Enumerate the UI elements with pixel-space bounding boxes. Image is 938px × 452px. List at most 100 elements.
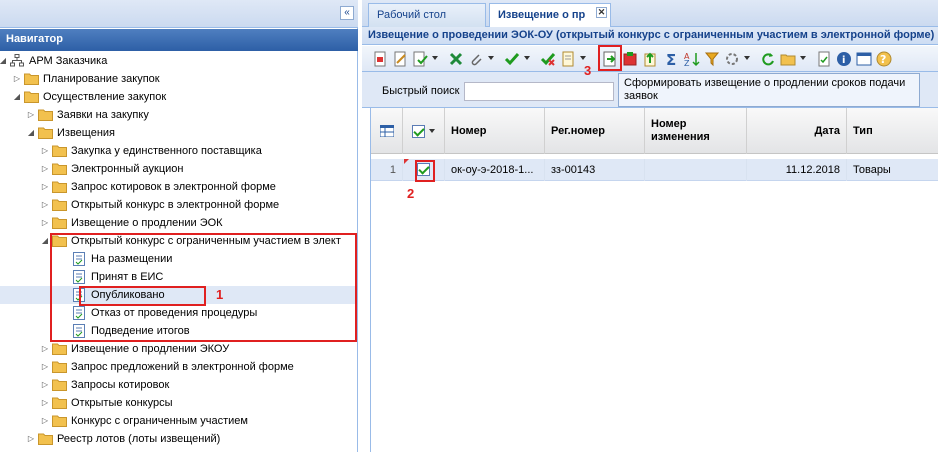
expand-arrow-icon[interactable]: ▷	[26, 106, 36, 124]
folder-tools-dropdown-icon[interactable]	[800, 56, 806, 60]
help-icon[interactable]: ?	[876, 51, 892, 67]
expand-arrow-icon[interactable]: ▷	[40, 412, 50, 430]
navigator-panel: « Навигатор ◢ АРМ Заказчика ▷ Планирование …	[0, 0, 358, 452]
quick-search-input[interactable]	[464, 82, 614, 101]
collapse-arrow-icon[interactable]: ◢	[26, 124, 36, 142]
tab-notice[interactable]: Извещение о пр ✕	[489, 3, 611, 28]
table-row[interactable]: 1 ок-оу-э-2018-1... зз-00143 11.12.2018 …	[371, 159, 938, 181]
print-icon[interactable]	[372, 51, 388, 67]
tree-node[interactable]: ◢ АРМ Заказчика	[0, 52, 357, 70]
filter-icon[interactable]	[704, 51, 720, 67]
folder-icon	[52, 396, 67, 409]
collapse-arrow-icon[interactable]: ◢	[40, 232, 50, 250]
annotation-box-toolbar-button	[598, 45, 622, 71]
column-header-change-number[interactable]: Номер изменения	[645, 108, 747, 154]
settings-dropdown-icon[interactable]	[744, 56, 750, 60]
folder-icon	[52, 180, 67, 193]
expand-arrow-icon[interactable]: ▷	[40, 376, 50, 394]
column-header-reg-number[interactable]: Рег.номер	[545, 108, 645, 154]
expand-arrow-icon[interactable]: ▷	[40, 178, 50, 196]
navigator-title: Навигатор	[0, 29, 358, 51]
attachment-dropdown-icon[interactable]	[488, 56, 494, 60]
approve-document-icon[interactable]	[412, 51, 428, 67]
expand-arrow-icon[interactable]: ▷	[40, 160, 50, 178]
expand-arrow-icon[interactable]: ▷	[12, 70, 22, 88]
column-header-date[interactable]: Дата	[747, 108, 847, 154]
tree-node[interactable]: ▷ Извещение о продлении ЭКОУ	[0, 340, 357, 358]
tree-node[interactable]: ◢ Извещения	[0, 124, 357, 142]
settings-icon[interactable]	[724, 51, 740, 67]
tree-node-label: Заявки на закупку	[57, 109, 149, 121]
annotation-number-2: 2	[407, 186, 415, 201]
tab-desktop[interactable]: Рабочий стол	[368, 3, 486, 27]
tree-node[interactable]: ▷ Извещение о продлении ЭОК	[0, 214, 357, 232]
tree-node-label: Реестр лотов (лоты извещений)	[57, 433, 221, 445]
document-actions-dropdown-icon[interactable]	[580, 56, 586, 60]
row-index: 1	[371, 159, 403, 181]
info-icon[interactable]: i	[836, 51, 852, 67]
tree-node[interactable]: ▷ Запрос котировок в электронной форме	[0, 178, 357, 196]
expand-arrow-icon[interactable]: ▷	[26, 430, 36, 448]
tree-node[interactable]: ▷ Реестр лотов (лоты извещений)	[0, 430, 357, 448]
expand-arrow-icon[interactable]: ▷	[40, 340, 50, 358]
tree-node-label: Конкурс с ограниченным участием	[71, 415, 248, 427]
cell-number: ок-оу-э-2018-1...	[445, 159, 545, 181]
tree-node[interactable]: ▷ Запросы котировок	[0, 376, 357, 394]
tree-node-label: Осуществление закупок	[43, 91, 167, 103]
tree-node[interactable]: ▷ Открытый конкурс в электронной форме	[0, 196, 357, 214]
tree-node[interactable]: ▷ Конкурс с ограниченным участием	[0, 412, 357, 430]
expand-arrow-icon[interactable]: ▷	[40, 196, 50, 214]
select-all-dropdown-icon[interactable]	[429, 129, 435, 133]
tree-node[interactable]: ▷ Планирование закупок	[0, 70, 357, 88]
navigator-top-strip: «	[0, 0, 358, 28]
tree-node[interactable]: ◢ Осуществление закупок	[0, 88, 357, 106]
window-icon[interactable]	[856, 51, 872, 67]
cell-change-number	[645, 159, 747, 181]
tree-node[interactable]: ▷ Закупка у единственного поставщика	[0, 142, 357, 160]
folder-icon	[52, 414, 67, 427]
tab-bar: Рабочий стол Извещение о пр ✕	[362, 0, 938, 28]
attachment-icon[interactable]	[468, 51, 484, 67]
expand-arrow-icon[interactable]: ▷	[40, 358, 50, 376]
close-tab-icon[interactable]: ✕	[596, 7, 607, 18]
column-menu-icon[interactable]	[371, 108, 403, 154]
expand-arrow-icon[interactable]: ▷	[40, 214, 50, 232]
select-all-checkbox[interactable]	[412, 124, 425, 138]
expand-arrow-icon[interactable]: ▷	[40, 394, 50, 412]
tree-node-label: Планирование закупок	[43, 73, 160, 85]
select-all-header[interactable]	[403, 108, 445, 154]
column-header-type[interactable]: Тип	[847, 108, 938, 154]
tree-node-label: Извещение о продлении ЭОК	[71, 217, 223, 229]
check-dropdown-icon[interactable]	[524, 56, 530, 60]
tree-node[interactable]: ▷ Открытые конкурсы	[0, 394, 357, 412]
document-actions-icon[interactable]	[560, 51, 576, 67]
folder-icon	[52, 198, 67, 211]
excel-icon[interactable]	[448, 51, 464, 67]
refresh-icon[interactable]	[760, 51, 776, 67]
check-icon[interactable]	[504, 51, 520, 67]
quick-search-label: Быстрый поиск	[382, 85, 460, 97]
tree-node[interactable]: ▷ Электронный аукцион	[0, 160, 357, 178]
folder-tools-icon[interactable]	[780, 51, 796, 67]
expand-arrow-icon[interactable]: ▷	[40, 142, 50, 160]
svg-text:i: i	[842, 55, 845, 66]
panel-title: Извещение о проведении ЭОК-ОУ (открытый …	[362, 27, 938, 45]
sort-icon[interactable]: AZ	[684, 51, 700, 67]
tab-notice-label: Извещение о пр	[498, 9, 586, 21]
edit-document-icon[interactable]	[392, 51, 408, 67]
folder-icon	[38, 126, 53, 139]
tree-node[interactable]: ▷ Запрос предложений в электронной форме	[0, 358, 357, 376]
approve-dropdown-icon[interactable]	[432, 56, 438, 60]
export-red-icon[interactable]	[622, 51, 638, 67]
collapse-navigator-button[interactable]: «	[340, 6, 354, 20]
cancel-check-icon[interactable]	[540, 51, 556, 67]
toolbar-tooltip: Сформировать извещение о продлении сроко…	[618, 73, 920, 107]
collapse-arrow-icon[interactable]: ◢	[12, 88, 22, 106]
svg-text:Σ: Σ	[666, 51, 676, 67]
tree-node[interactable]: ▷ Заявки на закупку	[0, 106, 357, 124]
collapse-arrow-icon[interactable]: ◢	[0, 52, 8, 70]
sum-icon[interactable]: Σ	[664, 51, 680, 67]
view-document-icon[interactable]	[816, 51, 832, 67]
column-header-number[interactable]: Номер	[445, 108, 545, 154]
upload-document-icon[interactable]	[642, 51, 658, 67]
